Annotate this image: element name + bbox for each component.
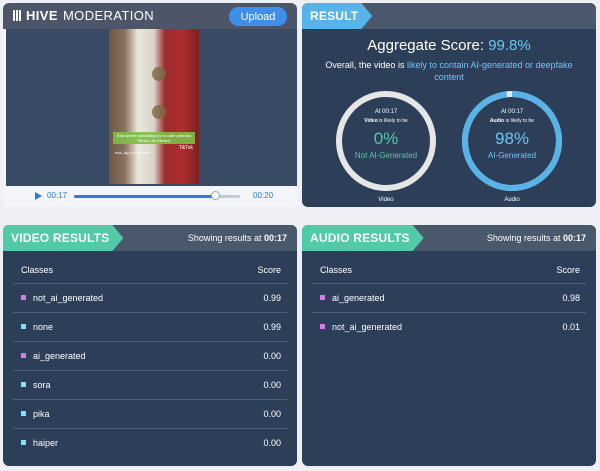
table-row: none 0.99 xyxy=(13,312,287,341)
class-color-swatch xyxy=(21,440,26,445)
end-time: 00:20 xyxy=(253,191,274,200)
class-name: ai_generated xyxy=(33,351,86,361)
class-name: pika xyxy=(33,409,50,419)
class-color-swatch xyxy=(320,295,325,300)
audio-showing-results: Showing results at 00:17 xyxy=(486,233,586,243)
summary-highlight: likely to contain AI-generated or deepfa… xyxy=(406,60,573,82)
audio-gauge-label: AI-Generated xyxy=(487,151,537,160)
audio-gauge-percent: 98% xyxy=(494,129,530,148)
class-color-swatch xyxy=(21,382,26,387)
audio-gauge: At 00:17 Audio is likely to be 98% AI-Ge… xyxy=(460,89,564,193)
video-results-header: VIDEO RESULTS Showing results at 00:17 xyxy=(3,225,297,251)
seek-knob[interactable] xyxy=(211,191,221,200)
aggregate-value: 99.8% xyxy=(488,37,531,54)
table-row: ai_generated 0.98 xyxy=(312,283,586,312)
classes-column-header: Classes xyxy=(21,265,54,275)
class-name: not_ai_generated xyxy=(332,322,403,332)
current-time: 00:17 xyxy=(47,191,68,200)
class-color-swatch xyxy=(21,324,26,329)
class-name: not_ai_generated xyxy=(33,293,104,303)
video-gauge-label: Not AI-Generated xyxy=(354,151,418,160)
video-player-panel: HIVE MODERATION Upload Ésta gente marcha… xyxy=(3,3,297,207)
class-score: 0.98 xyxy=(562,293,580,303)
video-results-rows: not_ai_generated 0.99 none 0.99 ai_generat… xyxy=(13,283,287,457)
audio-gauge-time: At 00:17 xyxy=(500,109,524,115)
video-caption-top: Ésta gente marchaba por la calle gritand… xyxy=(113,132,195,144)
class-color-swatch xyxy=(320,324,325,329)
table-row: haiper 0.00 xyxy=(13,428,287,457)
score-column-header: Score xyxy=(556,265,580,275)
video-showing-results: Showing results at 00:17 xyxy=(187,233,287,243)
video-caption-bottom: esa, Ajo y Ahorcado xyxy=(115,150,151,155)
logo: HIVE MODERATION xyxy=(13,8,154,23)
video-frame[interactable]: Ésta gente marchaba por la calle gritand… xyxy=(109,29,199,184)
app-header: HIVE MODERATION Upload xyxy=(3,3,297,29)
audio-results-tag: AUDIO RESULTS xyxy=(302,225,424,251)
table-row: sora 0.00 xyxy=(13,370,287,399)
class-name: sora xyxy=(33,380,51,390)
table-header: Classes Score xyxy=(312,261,586,283)
class-color-swatch xyxy=(21,411,26,416)
play-icon[interactable] xyxy=(35,192,42,200)
aggregate-label: Aggregate Score: xyxy=(367,37,485,54)
audio-results-panel: AUDIO RESULTS Showing results at 00:17 C… xyxy=(302,225,596,466)
aggregate-score: Aggregate Score: 99.8% xyxy=(302,37,596,54)
logo-bold-text: HIVE xyxy=(26,8,58,23)
table-header: Classes Score xyxy=(13,261,287,283)
video-gauge: At 00:17 Video is likely to be 0% Not AI… xyxy=(334,89,438,193)
video-gauge-percent: 0% xyxy=(373,129,399,148)
table-row: pika 0.00 xyxy=(13,399,287,428)
table-row: not_ai_generated 0.99 xyxy=(13,283,287,312)
flag-emblem-image xyxy=(152,67,166,81)
video-viewport[interactable]: Ésta gente marchaba por la calle gritand… xyxy=(6,29,297,186)
class-name: haiper xyxy=(33,438,59,448)
class-score: 0.00 xyxy=(263,438,281,448)
table-row: not_ai_generated 0.01 xyxy=(312,312,586,341)
result-tag: RESULT xyxy=(302,3,372,29)
video-results-panel: VIDEO RESULTS Showing results at 00:17 C… xyxy=(3,225,297,466)
class-color-swatch xyxy=(21,353,26,358)
class-score: 0.00 xyxy=(263,351,281,361)
score-column-header: Score xyxy=(257,265,281,275)
aggregate-summary: Overall, the video is likely to contain … xyxy=(322,59,576,83)
audio-gauge-name: Audio xyxy=(504,197,520,203)
video-controls: 00:17 00:20 xyxy=(6,186,297,207)
video-gauge-name: Video xyxy=(378,197,394,203)
classes-column-header: Classes xyxy=(320,265,353,275)
table-row: ai_generated 0.00 xyxy=(13,341,287,370)
class-score: 0.99 xyxy=(263,322,281,332)
summary-prefix: Overall, the video is xyxy=(325,60,405,70)
class-name: none xyxy=(33,322,54,332)
result-panel: RESULT Aggregate Score: 99.8% Overall, t… xyxy=(302,3,596,207)
video-gauge-time: At 00:17 xyxy=(374,109,398,115)
flag-emblem-image xyxy=(152,105,166,119)
class-score: 0.00 xyxy=(263,409,281,419)
hive-logo-icon xyxy=(13,10,21,21)
class-color-swatch xyxy=(21,295,26,300)
class-name: ai_generated xyxy=(332,293,385,303)
audio-results-header: AUDIO RESULTS Showing results at 00:17 xyxy=(302,225,596,251)
class-score: 0.99 xyxy=(263,293,281,303)
upload-button[interactable]: Upload xyxy=(229,7,287,26)
class-score: 0.01 xyxy=(562,322,580,332)
result-header: RESULT xyxy=(302,3,596,29)
video-results-tag: VIDEO RESULTS xyxy=(3,225,123,251)
audio-gauge-likely: Audio is likely to be xyxy=(489,118,535,124)
seek-bar-progress xyxy=(74,195,216,198)
audio-results-rows: ai_generated 0.98 not_ai_generated 0.01 xyxy=(312,283,586,341)
video-gauge-likely: Video is likely to be xyxy=(364,118,408,124)
logo-light-text: MODERATION xyxy=(62,8,155,23)
class-score: 0.00 xyxy=(263,380,281,390)
